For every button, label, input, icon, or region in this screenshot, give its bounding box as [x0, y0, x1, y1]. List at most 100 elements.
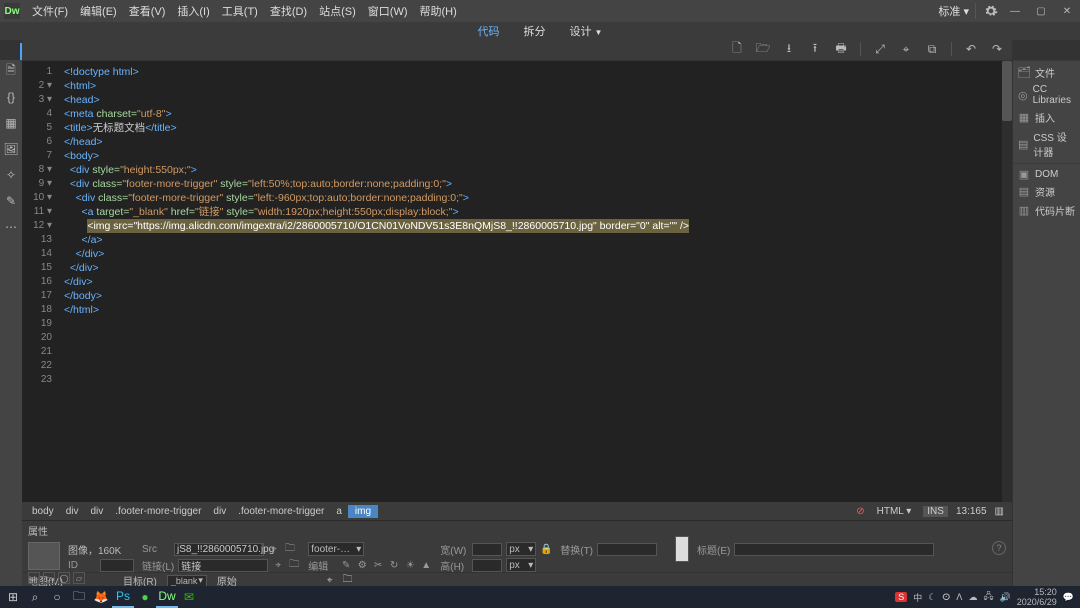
browse-icon[interactable]: ⌖	[268, 543, 280, 555]
panel-css-designer[interactable]: ▤CSS 设计器	[1013, 127, 1080, 161]
menu-查找(D)[interactable]: 查找(D)	[264, 6, 313, 18]
id-field[interactable]	[100, 559, 134, 572]
mode-code[interactable]: 代码	[468, 23, 510, 40]
panel-insert[interactable]: ▦插入	[1013, 108, 1080, 127]
settings-icon[interactable]: ⚙	[356, 559, 368, 571]
help-icon[interactable]: ?	[992, 541, 1006, 555]
expand-icon[interactable]: ⤢	[873, 42, 887, 56]
image-icon[interactable]: 🖼	[4, 142, 18, 156]
lock-icon[interactable]: 🔒	[540, 543, 552, 555]
tray-volume-icon[interactable]: 🔊	[1000, 592, 1011, 603]
poly-hotspot-icon[interactable]: ▱	[73, 572, 85, 584]
menu-查看(V)[interactable]: 查看(V)	[123, 6, 172, 18]
menu-插入(I)[interactable]: 插入(I)	[171, 6, 215, 18]
menu-帮助(H)[interactable]: 帮助(H)	[414, 6, 463, 18]
scrollbar[interactable]	[1002, 61, 1012, 502]
print-icon[interactable]: 🖶	[834, 42, 848, 56]
image-thumbnail[interactable]	[28, 542, 60, 570]
folder-icon[interactable]: 🗀	[288, 559, 300, 571]
folder-icon[interactable]: 🗀	[284, 543, 296, 555]
tray-ime-icon[interactable]: 中	[913, 591, 922, 604]
tray-moon-icon[interactable]: ☾	[928, 592, 936, 603]
tray-bluetooth-icon[interactable]: ⵙ	[942, 592, 950, 603]
taskbar-clock[interactable]: 15:202020/6/29	[1017, 587, 1057, 607]
menu-文件(F)[interactable]: 文件(F)	[26, 6, 74, 18]
browse-icon[interactable]: ⌖	[327, 575, 333, 586]
menu-编辑(E)[interactable]: 编辑(E)	[74, 6, 123, 18]
copy-icon[interactable]: ⧉	[925, 42, 939, 56]
table-icon[interactable]: ▦	[4, 116, 18, 130]
more-icon[interactable]: ⋯	[4, 220, 18, 234]
undo-icon[interactable]: ↶	[964, 42, 978, 56]
panel-cc-libraries[interactable]: ◎CC Libraries	[1013, 82, 1080, 108]
open-folder-icon[interactable]: 🗁	[756, 42, 770, 56]
inspect-icon[interactable]: ⌖	[899, 42, 913, 56]
link-field[interactable]: 链接	[178, 559, 268, 572]
width-field[interactable]	[472, 543, 502, 556]
breadcrumb-div[interactable]: div	[207, 506, 232, 517]
tray-network-icon[interactable]: 🖧	[983, 589, 993, 605]
title-field[interactable]	[734, 543, 934, 556]
error-indicator[interactable]: ⊘	[856, 506, 864, 517]
insert-mode[interactable]: INS	[923, 506, 948, 517]
cortana-icon[interactable]: ○	[46, 586, 68, 608]
browse-icon[interactable]: ⌖	[272, 559, 284, 571]
edit-ps-icon[interactable]: ✎	[340, 559, 352, 571]
alt-field[interactable]	[597, 543, 657, 556]
upload-icon[interactable]: ⭱	[808, 42, 822, 56]
explorer-icon[interactable]: 🗀	[68, 586, 90, 608]
width-unit[interactable]: px▾	[506, 542, 536, 556]
gear-icon[interactable]	[984, 4, 998, 18]
lang-selector[interactable]: HTML ▾	[873, 506, 916, 517]
notification-icon[interactable]: 💬	[1063, 592, 1074, 603]
wand-icon[interactable]: ✧	[4, 168, 18, 182]
rect-hotspot-icon[interactable]: ▭	[43, 572, 55, 584]
close-button[interactable]: ✕	[1058, 4, 1076, 18]
comment-icon[interactable]: ✎	[4, 194, 18, 208]
breadcrumb-body[interactable]: body	[26, 506, 60, 517]
target-dropdown[interactable]: _blank▾	[167, 575, 207, 587]
breadcrumb-div[interactable]: div	[84, 506, 109, 517]
resample-icon[interactable]: ↻	[388, 559, 400, 571]
tray-input-icon[interactable]: S	[895, 592, 907, 602]
mode-split[interactable]: 拆分	[514, 23, 556, 39]
tray-cloud-icon[interactable]: ☁	[968, 592, 977, 603]
crop-icon[interactable]: ✂	[372, 559, 384, 571]
code-editor[interactable]: 1 2 ▾3 ▾4 5 6 7 8 ▾9 ▾10 ▾11 ▾12 ▾13 14 …	[22, 60, 1012, 502]
app-icon[interactable]: ●	[134, 586, 156, 608]
mode-design[interactable]: 设计▼	[560, 23, 613, 39]
new-file-icon[interactable]: 🗋	[730, 42, 744, 56]
start-icon[interactable]: ⊞	[2, 586, 24, 608]
firefox-icon[interactable]: 🦊	[90, 586, 112, 608]
file-manage-icon[interactable]: 🗎	[4, 64, 18, 78]
sharpen-icon[interactable]: ▲	[420, 559, 432, 571]
panel-files[interactable]: 🗂文件	[1013, 63, 1080, 82]
src-field[interactable]: jS8_!!2860005710.jpg	[174, 543, 264, 556]
panel-dom[interactable]: ▣DOM	[1013, 166, 1080, 182]
download-icon[interactable]: ⭳	[782, 42, 796, 56]
height-unit[interactable]: px▾	[506, 558, 536, 572]
minimize-button[interactable]: —	[1006, 4, 1024, 18]
brightness-icon[interactable]: ☀	[404, 559, 416, 571]
menu-工具(T)[interactable]: 工具(T)	[216, 6, 264, 18]
height-field[interactable]	[472, 559, 502, 572]
overflow-icon[interactable]: ▥	[995, 506, 1004, 517]
breadcrumb-div[interactable]: div	[60, 506, 85, 517]
photoshop-icon[interactable]: Ps	[112, 586, 134, 608]
breadcrumb-img[interactable]: img	[348, 505, 378, 518]
brackets-icon[interactable]: {}	[4, 90, 18, 104]
breadcrumb-a[interactable]: a	[330, 506, 348, 517]
oval-hotspot-icon[interactable]: ◯	[58, 572, 70, 584]
redo-icon[interactable]: ↷	[990, 42, 1004, 56]
menu-站点(S)[interactable]: 站点(S)	[313, 6, 362, 18]
wechat-icon[interactable]: ✉	[178, 586, 200, 608]
class-dropdown[interactable]: footer-…▾	[308, 542, 364, 556]
panel-assets[interactable]: ▤资源	[1013, 182, 1080, 201]
breadcrumb-.footer-more-trigger[interactable]: .footer-more-trigger	[232, 506, 330, 517]
workspace-switcher[interactable]: 标准 ▾	[932, 3, 976, 19]
pointer-hotspot-icon[interactable]: ▭	[28, 572, 40, 584]
panel-snippets[interactable]: ▥代码片断	[1013, 201, 1080, 220]
search-icon[interactable]: ⌕	[24, 586, 46, 608]
dreamweaver-icon[interactable]: Dw	[156, 586, 178, 608]
maximize-button[interactable]: ▢	[1032, 4, 1050, 18]
